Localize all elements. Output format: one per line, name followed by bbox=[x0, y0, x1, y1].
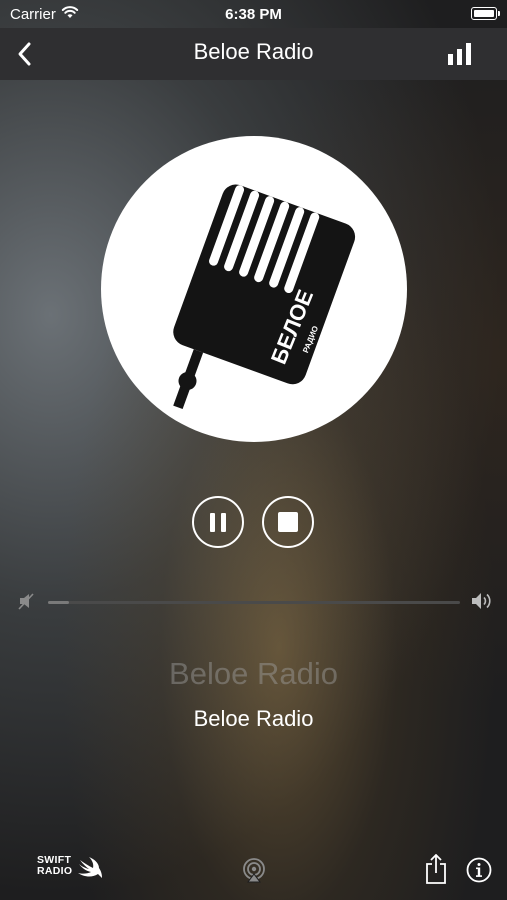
info-icon[interactable] bbox=[466, 857, 492, 883]
logo-line-2: RADIO bbox=[37, 865, 73, 877]
volume-slider-fill bbox=[48, 601, 69, 604]
stop-button[interactable] bbox=[262, 496, 314, 548]
background bbox=[0, 0, 507, 900]
swift-bird-icon bbox=[78, 857, 102, 878]
pause-button[interactable] bbox=[192, 496, 244, 548]
station-artwork: БЕЛОЕ РАДИО bbox=[101, 136, 407, 442]
page-title: Beloe Radio bbox=[0, 39, 507, 65]
clock: 6:38 PM bbox=[225, 6, 282, 23]
volume-slider[interactable] bbox=[48, 601, 460, 604]
airplay-icon[interactable] bbox=[241, 857, 267, 883]
artist-name: Beloe Radio bbox=[193, 706, 314, 731]
battery-icon bbox=[471, 7, 500, 20]
beloe-radio-logo: БЕЛОЕ РАДИО bbox=[173, 184, 356, 410]
share-icon[interactable] bbox=[425, 854, 447, 884]
swift-radio-text: SWIFT RADIO bbox=[37, 855, 72, 877]
status-bar: Carrier 6:38 PM bbox=[0, 0, 507, 28]
stop-icon bbox=[278, 512, 298, 532]
volume-mute-icon bbox=[18, 593, 34, 610]
bar-chart-icon[interactable] bbox=[447, 42, 473, 66]
swift-radio-logo: SWIFT RADIO bbox=[37, 855, 107, 885]
nav-bar: Beloe Radio bbox=[0, 28, 507, 80]
song-title: Beloe Radio bbox=[169, 656, 338, 691]
volume-max-icon bbox=[472, 593, 491, 609]
page-title-text: Beloe Radio bbox=[193, 39, 314, 64]
